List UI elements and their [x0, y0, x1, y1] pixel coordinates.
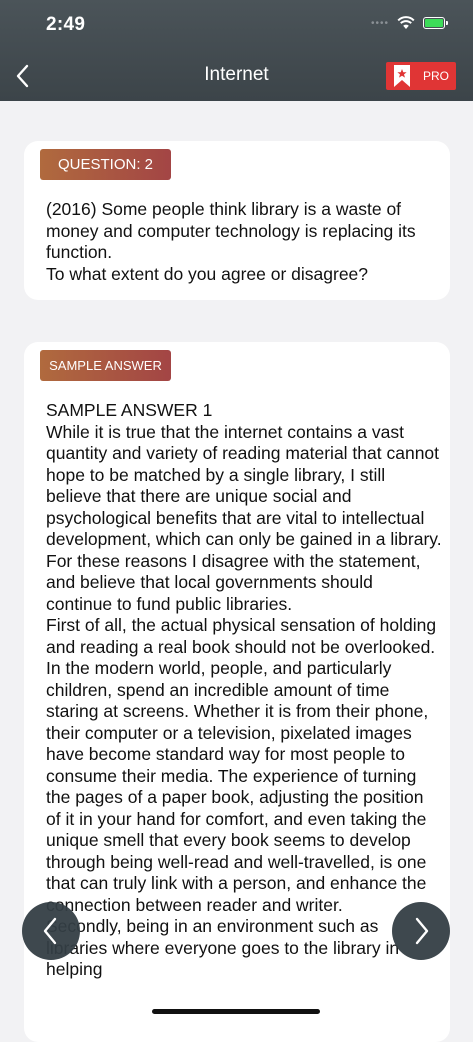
app-header: 2:49 •••• Internet PRO [0, 0, 473, 101]
battery-icon [423, 17, 448, 29]
signal-icon: •••• [370, 17, 389, 29]
pro-button[interactable]: PRO [386, 62, 456, 90]
answer-text: SAMPLE ANSWER 1 While it is true that th… [46, 400, 442, 979]
status-icons: •••• [370, 16, 448, 30]
answer-tag: SAMPLE ANSWER [40, 350, 171, 381]
answer-card: SAMPLE ANSWER SAMPLE ANSWER 1 While it i… [24, 342, 450, 1042]
question-tag: QUESTION: 2 [40, 149, 171, 180]
chevron-right-icon [415, 917, 429, 945]
previous-button[interactable] [22, 902, 80, 960]
chevron-left-icon [43, 917, 57, 945]
bookmark-star-icon [394, 65, 410, 87]
next-button[interactable] [392, 902, 450, 960]
question-text: (2016) Some people think library is a wa… [46, 199, 416, 284]
home-indicator[interactable] [152, 1009, 320, 1014]
pro-label: PRO [423, 69, 450, 83]
wifi-icon [397, 16, 415, 29]
question-card: QUESTION: 2 (2016) Some people think lib… [24, 141, 450, 300]
status-time: 2:49 [46, 14, 86, 35]
